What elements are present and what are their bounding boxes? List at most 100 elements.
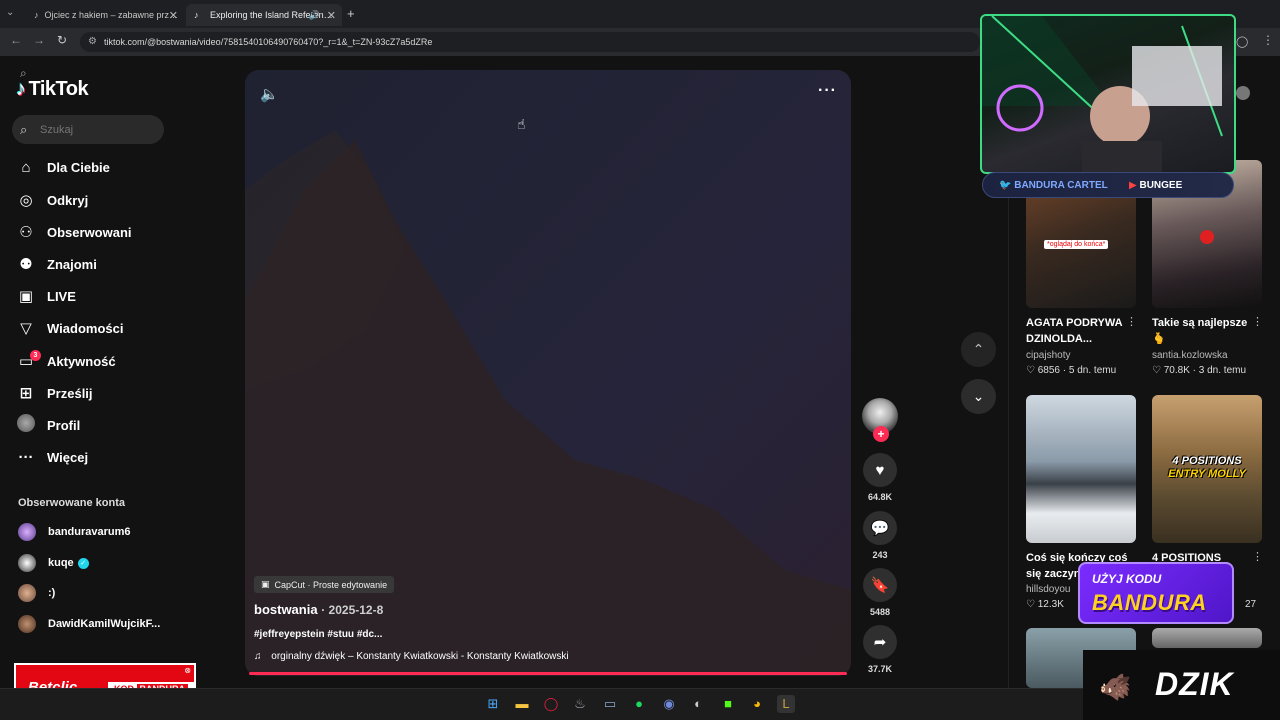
share-icon[interactable]: ➦ [863,625,897,659]
close-tab-icon[interactable]: ✕ [327,9,336,22]
opera-icon[interactable]: ◯ [542,695,560,713]
nav-profile[interactable]: Profil [16,412,80,438]
heart-icon[interactable]: ♥ [863,453,897,487]
league-icon[interactable]: L [777,695,795,713]
nav-label: Obserwowani [47,224,132,240]
followed-account[interactable]: kuqe ✓ [18,552,89,574]
nav-messages[interactable]: ▽ Wiadomości [16,315,123,341]
nav-for-you[interactable]: ⌂ Dla Ciebie [16,154,109,180]
browser-tab-1[interactable]: ♪ Ojciec z hakiem – zabawne prz… ✕ [26,4,184,26]
tiktok-logo[interactable]: ♪ TikTok [16,78,89,101]
next-video-button[interactable]: ⌄ [961,379,996,414]
recommended-title[interactable]: Takie są najlepsze 🫰 [1152,315,1262,347]
reload-icon[interactable]: ↻ [57,33,67,47]
comment-action[interactable]: 💬 243 [862,511,898,560]
tab-audio-icon[interactable]: 🔊 [309,10,320,21]
avatar[interactable] [1236,86,1250,100]
follow-button[interactable]: + [873,426,889,442]
save-action[interactable]: 🔖 5488 [862,568,898,617]
close-tab-icon[interactable]: ✕ [169,9,178,22]
forward-icon[interactable]: → [33,33,45,47]
profile-icon[interactable]: ◯ [1236,35,1248,48]
close-ad-icon[interactable]: ⊗ [184,666,191,675]
live-icon: ▣ [18,288,34,305]
recommended-title[interactable]: AGATA PODRYWA DZINOLDA... [1026,315,1136,347]
twitter-handle: 🐦 BANDURA CARTEL [999,180,1108,191]
compass-icon: ◎ [19,192,33,209]
followed-account[interactable]: banduravarum6 [18,521,131,543]
recommended-thumbnail[interactable] [1026,395,1136,543]
nav-explore[interactable]: ◎ Odkryj [16,187,88,213]
nav-label: LIVE [47,288,76,304]
file-explorer-icon[interactable]: ▬ [513,695,531,713]
monitor-icon[interactable]: ▭ [601,695,619,713]
nav-live[interactable]: ▣ LIVE [16,283,76,309]
account-name: DawidKamilWujcikF... [48,618,161,630]
comment-count: 243 [872,550,888,560]
capcut-badge[interactable]: ▣ CapCut · Proste edytowanie [254,576,395,593]
site-info-icon[interactable]: ⚙ [88,36,97,47]
chevron-up-icon: ⌃ [972,341,985,357]
avatar [18,584,36,602]
boar-icon: 🐗 [1099,672,1132,702]
video-sound[interactable]: ♫ orginalny dźwięk – Konstanty Kwiatkows… [254,651,569,662]
browser-menu-icon[interactable]: ⋮ [1262,33,1274,47]
previous-video-button[interactable]: ⌃ [961,332,996,367]
logo-mark [1200,230,1214,244]
share-count: 37.7K [867,664,893,674]
windows-start-icon[interactable]: ⊞ [484,695,502,713]
video-hashtags[interactable]: #jeffreyepstein #stuu #dc... [254,629,382,640]
tab-list-chevron-icon[interactable]: ⌄ [6,7,14,18]
video-options-icon[interactable]: ··· [818,82,837,100]
youtube-handle: ▶ BUNGEE [1129,180,1182,191]
nav-label: Aktywność [47,353,116,369]
promo-line-2: BANDURA [1092,590,1207,615]
video-date: 2025-12-8 [328,603,384,617]
recommended-thumbnail[interactable]: 4 POSITIONS ENTRY MOLLY [1152,395,1262,543]
like-action[interactable]: ♥ 64.8K [862,453,898,502]
avatar [18,615,36,633]
recommended-stats: ♡ 6856 · 5 dn. temu [1026,365,1117,376]
more-options-icon[interactable]: ⋮ [1252,315,1263,328]
nav-following[interactable]: ⚇ Obserwowani [16,219,132,245]
recommended-user[interactable]: cipajshoty [1026,350,1070,361]
logo-text: TikTok [28,78,89,100]
recommended-thumbnail[interactable] [1152,628,1262,648]
followed-account[interactable]: DawidKamilWujcikF... [18,613,160,635]
kick-icon[interactable]: ■ [719,695,737,713]
more-options-icon[interactable]: ⋮ [1252,550,1263,563]
more-options-icon[interactable]: ⋮ [1126,315,1137,328]
address-bar[interactable]: ⚙ tiktok.com/@bostwania/video/7581540106… [80,32,980,52]
recommended-user[interactable]: santia.kozlowska [1152,350,1228,361]
tab-title: Ojciec z hakiem – zabawne prz… [44,10,179,20]
video-author[interactable]: bostwania · 2025-12-8 [254,602,383,617]
chrome-icon[interactable]: ◕ [748,695,766,713]
spotify-icon[interactable]: ● [630,695,648,713]
back-icon[interactable]: ← [10,33,22,47]
discord-icon[interactable]: ◉ [660,695,678,713]
author-name: bostwania [254,602,318,617]
browser-tab-2[interactable]: ♪ Exploring the Island Referen… 🔊 ✕ [186,4,342,26]
nav-activity[interactable]: ▭ 3 Aktywność [16,348,116,374]
recommended-user[interactable]: hillsdoyou [1026,584,1070,595]
nav-label: Odkryj [47,192,89,208]
sound-title: orginalny dźwięk – Konstanty Kwiatkowski… [271,651,569,662]
new-tab-icon[interactable]: + [347,6,355,21]
friends-icon: ⚉ [19,256,33,273]
steam-icon[interactable]: ♨ [571,695,589,713]
url-text: tiktok.com/@bostwania/video/758154010649… [104,37,433,47]
nav-friends[interactable]: ⚉ Znajomi [16,251,97,277]
nav-more[interactable]: ··· Więcej [16,444,89,470]
avatar [18,523,36,541]
nav-label: Prześlij [47,385,93,401]
obs-icon[interactable]: ◐ [689,695,707,713]
comment-icon[interactable]: 💬 [863,511,897,545]
followed-account[interactable]: :) [18,582,55,604]
twitter-text: BANDURA CARTEL [1014,179,1108,191]
search-input[interactable] [12,115,164,144]
nav-upload[interactable]: ⊞ Prześlij [16,380,93,406]
bookmark-icon[interactable]: 🔖 [863,568,897,602]
video-progress-bar[interactable] [249,672,847,675]
share-action[interactable]: ➦ 37.7K [862,625,898,674]
volume-icon[interactable]: 🔈 [260,85,279,103]
